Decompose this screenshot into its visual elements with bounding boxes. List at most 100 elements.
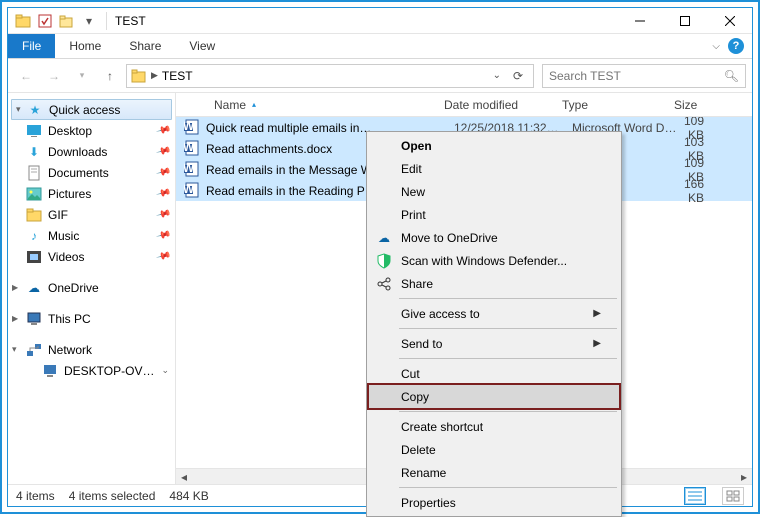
sidebar-item-documents[interactable]: Documents📌 bbox=[8, 162, 175, 183]
back-button[interactable]: ← bbox=[14, 64, 38, 88]
sidebar-item-thispc[interactable]: ▶This PC bbox=[8, 308, 175, 329]
view-details-button[interactable] bbox=[684, 487, 706, 505]
pin-icon: 📌 bbox=[155, 228, 171, 244]
pc-icon bbox=[26, 311, 42, 327]
menu-delete[interactable]: Delete bbox=[369, 438, 619, 461]
chevron-right-icon[interactable]: ▶ bbox=[12, 283, 18, 292]
sidebar-item-gif[interactable]: GIF📌 bbox=[8, 204, 175, 225]
up-button[interactable]: ↑ bbox=[98, 64, 122, 88]
context-menu: Open Edit New Print ☁Move to OneDrive Sc… bbox=[366, 131, 622, 517]
menu-properties[interactable]: Properties bbox=[369, 491, 619, 514]
pin-icon: 📌 bbox=[155, 186, 171, 202]
menu-rename[interactable]: Rename bbox=[369, 461, 619, 484]
ribbon: File Home Share View ⌵ ? bbox=[8, 34, 752, 59]
chevron-right-icon: ▶ bbox=[593, 338, 601, 349]
menu-defender[interactable]: Scan with Windows Defender... bbox=[369, 249, 619, 272]
history-dropdown-icon[interactable]: ▾ bbox=[70, 64, 94, 88]
pin-icon: 📌 bbox=[155, 249, 171, 265]
pictures-icon bbox=[26, 186, 42, 202]
sidebar-item-quickaccess[interactable]: ▾ ★ Quick access bbox=[11, 99, 172, 120]
sidebar-item-music[interactable]: ♪Music📌 bbox=[8, 225, 175, 246]
sidebar-item-downloads[interactable]: ⬇Downloads📌 bbox=[8, 141, 175, 162]
menu-create-shortcut[interactable]: Create shortcut bbox=[369, 415, 619, 438]
menu-onedrive[interactable]: ☁Move to OneDrive bbox=[369, 226, 619, 249]
music-icon: ♪ bbox=[26, 228, 42, 244]
col-type[interactable]: Type bbox=[554, 98, 666, 112]
downloads-icon: ⬇ bbox=[26, 144, 42, 160]
column-headers[interactable]: Name▴ Date modified Type Size bbox=[176, 93, 752, 117]
tab-file[interactable]: File bbox=[8, 34, 55, 58]
ribbon-expand-icon[interactable]: ⌵ bbox=[712, 41, 720, 52]
desktop-icon bbox=[26, 123, 42, 139]
svg-text:W: W bbox=[184, 182, 195, 196]
sidebar-item-desktop[interactable]: Desktop📌 bbox=[8, 120, 175, 141]
pin-icon: 📌 bbox=[155, 165, 171, 181]
menu-send-to[interactable]: Send to▶ bbox=[369, 332, 619, 355]
shield-icon bbox=[375, 252, 393, 270]
properties-icon[interactable] bbox=[36, 12, 54, 30]
search-field[interactable] bbox=[549, 69, 724, 83]
menu-give-access[interactable]: Give access to▶ bbox=[369, 302, 619, 325]
scroll-right-button[interactable]: ▸ bbox=[736, 469, 752, 485]
sidebar-item-pictures[interactable]: Pictures📌 bbox=[8, 183, 175, 204]
menu-edit[interactable]: Edit bbox=[369, 157, 619, 180]
cloud-icon: ☁ bbox=[26, 280, 42, 296]
sort-caret-icon: ▴ bbox=[252, 100, 256, 109]
minimize-button[interactable] bbox=[617, 8, 662, 34]
breadcrumb[interactable]: ▶ TEST ⌄ ⟳ bbox=[126, 64, 534, 88]
word-icon: W bbox=[184, 182, 202, 200]
svg-text:W: W bbox=[184, 119, 195, 133]
folder-icon bbox=[26, 207, 42, 223]
tab-share[interactable]: Share bbox=[115, 34, 175, 58]
crumb-text[interactable]: TEST bbox=[162, 69, 193, 83]
word-icon: W bbox=[184, 161, 202, 179]
sidebar: ▾ ★ Quick access Desktop📌 ⬇Downloads📌 Do… bbox=[8, 93, 176, 484]
new-folder-icon[interactable] bbox=[58, 12, 76, 30]
refresh-button[interactable]: ⟳ bbox=[507, 65, 529, 87]
folder-icon bbox=[131, 68, 147, 84]
documents-icon bbox=[26, 165, 42, 181]
tab-home[interactable]: Home bbox=[55, 34, 115, 58]
chevron-right-icon[interactable]: ▶ bbox=[151, 70, 158, 81]
menu-new[interactable]: New bbox=[369, 180, 619, 203]
chevron-down-icon[interactable]: ▾ bbox=[12, 344, 17, 355]
status-selected: 4 items selected bbox=[69, 489, 156, 503]
sidebar-item-network[interactable]: ▾Network bbox=[8, 339, 175, 360]
view-large-button[interactable] bbox=[722, 487, 744, 505]
pin-icon: 📌 bbox=[155, 144, 171, 160]
sidebar-item-videos[interactable]: Videos📌 bbox=[8, 246, 175, 267]
col-name[interactable]: Name▴ bbox=[206, 98, 436, 112]
maximize-button[interactable] bbox=[662, 8, 707, 34]
sidebar-item-desktop-ovn[interactable]: DESKTOP-OVNR⌄ bbox=[8, 360, 175, 381]
scroll-left-button[interactable]: ◂ bbox=[176, 469, 192, 485]
title-bar: ▾ TEST bbox=[8, 8, 752, 34]
status-item-count: 4 items bbox=[16, 489, 55, 503]
search-icon[interactable]: 🔍︎ bbox=[724, 69, 739, 83]
word-icon: W bbox=[184, 119, 202, 137]
col-date[interactable]: Date modified bbox=[436, 98, 554, 112]
crumb-dropdown-icon[interactable]: ⌄ bbox=[493, 70, 501, 81]
pin-icon: 📌 bbox=[155, 123, 171, 139]
forward-button[interactable]: → bbox=[42, 64, 66, 88]
word-icon: W bbox=[184, 140, 202, 158]
pc-icon bbox=[42, 363, 58, 379]
tab-view[interactable]: View bbox=[175, 34, 229, 58]
pin-icon: 📌 bbox=[155, 207, 171, 223]
col-size[interactable]: Size bbox=[666, 98, 752, 112]
chevron-down-icon[interactable]: ▾ bbox=[16, 104, 21, 115]
menu-open[interactable]: Open bbox=[369, 134, 619, 157]
network-icon bbox=[26, 342, 42, 358]
close-button[interactable] bbox=[707, 8, 752, 34]
menu-copy[interactable]: Copy bbox=[369, 385, 619, 408]
svg-text:W: W bbox=[184, 161, 195, 175]
qat-dropdown-icon[interactable]: ▾ bbox=[80, 12, 98, 30]
search-input[interactable]: 🔍︎ bbox=[542, 64, 746, 88]
menu-cut[interactable]: Cut bbox=[369, 362, 619, 385]
menu-print[interactable]: Print bbox=[369, 203, 619, 226]
sidebar-item-onedrive[interactable]: ▶☁OneDrive bbox=[8, 277, 175, 298]
chevron-right-icon: ▶ bbox=[593, 308, 601, 319]
chevron-right-icon[interactable]: ▶ bbox=[12, 314, 18, 323]
menu-share[interactable]: Share bbox=[369, 272, 619, 295]
help-icon[interactable]: ? bbox=[728, 38, 744, 54]
share-icon bbox=[375, 275, 393, 293]
